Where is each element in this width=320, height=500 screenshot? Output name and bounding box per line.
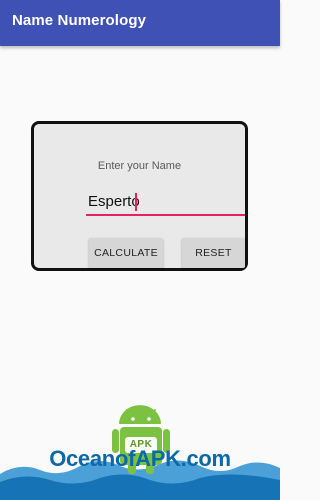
- calculate-button[interactable]: CALCULATE: [89, 238, 163, 268]
- text-cursor: [135, 193, 137, 211]
- name-prompt-label: Enter your Name: [97, 160, 182, 172]
- app-screen: Name Numerology Enter your Name CALCULAT…: [0, 0, 280, 500]
- numerology-form-card: Enter your Name CALCULATE RESET: [31, 121, 248, 271]
- reset-button[interactable]: RESET: [182, 238, 245, 268]
- app-title: Name Numerology: [12, 12, 147, 29]
- app-bar: Name Numerology: [0, 0, 280, 46]
- watermark-site-text: OceanofAPK.com: [49, 446, 231, 471]
- name-input[interactable]: [86, 190, 245, 216]
